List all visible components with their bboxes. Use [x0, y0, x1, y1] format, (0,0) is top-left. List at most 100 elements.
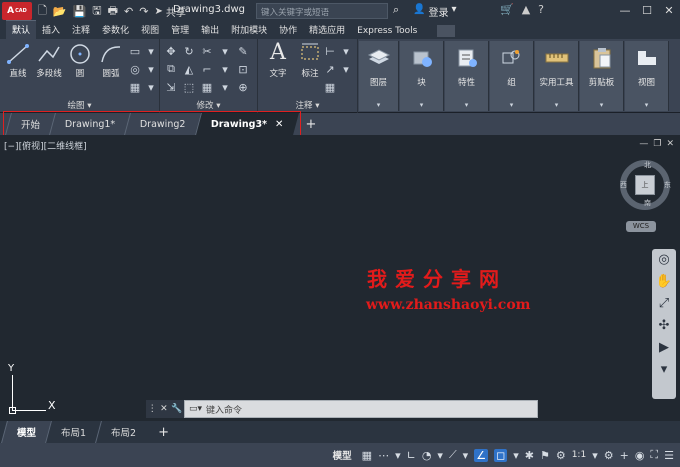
undo-icon[interactable]: ↶: [124, 5, 133, 18]
print-icon[interactable]: 🖶: [108, 2, 118, 21]
group-button[interactable]: 组 ▾: [490, 41, 534, 111]
hatch-icon[interactable]: ◎: [127, 60, 143, 78]
draw-panel-label[interactable]: 绘图 ▾: [0, 99, 159, 111]
ribbon-tab-collaborate[interactable]: 协作: [273, 21, 303, 39]
mirror-icon[interactable]: ◭: [180, 60, 198, 78]
layers-button[interactable]: 图层 ▾: [359, 41, 399, 111]
add-layout-button[interactable]: +: [148, 421, 179, 443]
ribbon-tab-insert[interactable]: 插入: [36, 21, 66, 39]
trim-icon[interactable]: ✂: [198, 42, 216, 60]
dropdown-icon[interactable]: ▾: [338, 60, 354, 78]
layout-tab-layout1[interactable]: 布局1: [45, 421, 102, 443]
save-as-icon[interactable]: 🖫: [92, 2, 101, 21]
polyline-tool[interactable]: 多段线: [34, 43, 64, 79]
doc-tab-start[interactable]: 开始: [5, 113, 55, 135]
restore-icon[interactable]: ❐: [653, 139, 661, 149]
doc-tab-drawing1[interactable]: Drawing1*: [49, 113, 131, 135]
object-snap-tracking-icon[interactable]: ∠: [474, 448, 489, 462]
doc-tab-drawing2[interactable]: Drawing2: [124, 113, 201, 135]
autodesk-app-icon[interactable]: ▲: [522, 3, 530, 16]
line-tool[interactable]: 直线: [4, 43, 32, 79]
close-tab-icon[interactable]: ✕: [275, 119, 283, 130]
table-icon[interactable]: ▦: [322, 78, 338, 96]
dropdown-icon[interactable]: ▾: [143, 42, 159, 60]
annotation-visibility-icon[interactable]: ✱: [525, 449, 534, 462]
add-icon[interactable]: +: [620, 449, 629, 462]
dropdown-icon[interactable]: ▾: [143, 78, 159, 96]
navbar-settings-icon[interactable]: ▾: [652, 359, 676, 381]
properties-button[interactable]: 特性 ▾: [445, 41, 489, 111]
dropdown-icon[interactable]: ▾: [143, 60, 159, 78]
wrench-icon[interactable]: 🔧: [171, 404, 182, 414]
utilities-button[interactable]: 实用工具 ▾: [535, 41, 579, 111]
ortho-icon[interactable]: ∟: [407, 449, 416, 462]
dropdown-icon[interactable]: ▾: [513, 449, 519, 462]
new-tab-button[interactable]: +: [295, 113, 326, 135]
erase-icon[interactable]: ✎: [234, 42, 252, 60]
dropdown-icon[interactable]: ▾: [216, 60, 234, 78]
dropdown-icon[interactable]: ▾: [437, 449, 443, 462]
customize-menu-icon[interactable]: ☰: [664, 449, 674, 462]
open-folder-icon[interactable]: 📂: [53, 5, 67, 18]
close-icon[interactable]: ✕: [666, 139, 674, 149]
viewport-controls-label[interactable]: [−][俯视][二维线框]: [4, 139, 87, 152]
viewcube-east[interactable]: 东: [664, 180, 671, 190]
leader-icon[interactable]: ↗: [322, 60, 338, 78]
zoom-extents-icon[interactable]: ⤢: [652, 293, 676, 315]
rotate-icon[interactable]: ↻: [180, 42, 198, 60]
dropdown-icon[interactable]: ▾: [395, 449, 401, 462]
help-icon[interactable]: ?: [538, 3, 544, 16]
dropdown-icon[interactable]: ▾: [463, 449, 469, 462]
search-icon[interactable]: ⌕: [393, 3, 399, 17]
move-icon[interactable]: ✥: [162, 42, 180, 60]
ribbon-tab-output[interactable]: 输出: [195, 21, 225, 39]
model-space-toggle[interactable]: 模型: [333, 448, 352, 462]
isodraft-icon[interactable]: ⟋: [449, 448, 457, 462]
workspace-icon[interactable]: ⚙: [556, 449, 566, 462]
block-button[interactable]: 块 ▾: [400, 41, 444, 111]
scale-icon[interactable]: ⬚: [180, 78, 198, 96]
dimension-tool[interactable]: 标注: [296, 41, 324, 79]
settings-icon[interactable]: ⚙: [604, 449, 614, 462]
rectangle-icon[interactable]: ▭: [127, 42, 143, 60]
snap-icon[interactable]: ⋯: [378, 449, 389, 462]
orbit-icon[interactable]: ✣: [652, 315, 676, 337]
fillet-icon[interactable]: ⌐: [198, 60, 216, 78]
polar-icon[interactable]: ◔: [422, 449, 432, 462]
ribbon-tab-view[interactable]: 视图: [135, 21, 165, 39]
arc-tool[interactable]: 圆弧: [96, 43, 126, 79]
save-icon[interactable]: 💾: [73, 5, 87, 18]
ribbon-tab-express-tools[interactable]: Express Tools: [351, 24, 423, 39]
viewcube[interactable]: 北 南 西 东 上: [620, 160, 671, 210]
steering-wheel-icon[interactable]: ◎: [652, 249, 676, 271]
pan-hand-icon[interactable]: ✋: [652, 271, 676, 293]
close-icon[interactable]: ✕: [160, 404, 168, 414]
viewcube-north[interactable]: 北: [644, 160, 651, 170]
maximize-icon[interactable]: ☐: [636, 0, 658, 20]
new-file-icon[interactable]: 🗋: [38, 2, 47, 21]
text-tool[interactable]: A 文字: [264, 41, 292, 80]
object-snap-icon[interactable]: ◻: [494, 448, 508, 462]
view-button[interactable]: 视图 ▾: [625, 41, 669, 111]
array-icon[interactable]: ▦: [198, 78, 216, 96]
annotation-scale-value[interactable]: 1:1: [572, 450, 586, 460]
isolate-icon[interactable]: ◉: [635, 449, 645, 462]
grid-icon[interactable]: ▦: [362, 449, 372, 462]
app-menu-button[interactable]: A CAD: [2, 2, 32, 20]
offset-icon[interactable]: ⊕: [234, 78, 252, 96]
annotation-panel-label[interactable]: 注释 ▾: [258, 99, 357, 111]
command-history-icon[interactable]: ▭▾: [189, 404, 202, 414]
redo-icon[interactable]: ↷: [139, 5, 148, 18]
search-input[interactable]: 键入关键字或短语: [256, 3, 388, 19]
fullscreen-icon[interactable]: ⛶: [650, 448, 658, 462]
table-grid-icon[interactable]: ▦: [127, 78, 143, 96]
doc-tab-drawing3[interactable]: Drawing3* ✕: [194, 113, 299, 135]
viewcube-south[interactable]: 南: [644, 198, 651, 208]
minimize-icon[interactable]: —: [639, 139, 648, 149]
cart-icon[interactable]: 🛒: [500, 3, 514, 16]
viewcube-top-face[interactable]: 上: [635, 175, 655, 195]
stretch-icon[interactable]: ⇲: [162, 78, 180, 96]
linear-dim-icon[interactable]: ⊢: [322, 42, 338, 60]
circle-tool[interactable]: 圆: [66, 43, 94, 79]
layout-tab-model[interactable]: 模型: [1, 421, 51, 443]
